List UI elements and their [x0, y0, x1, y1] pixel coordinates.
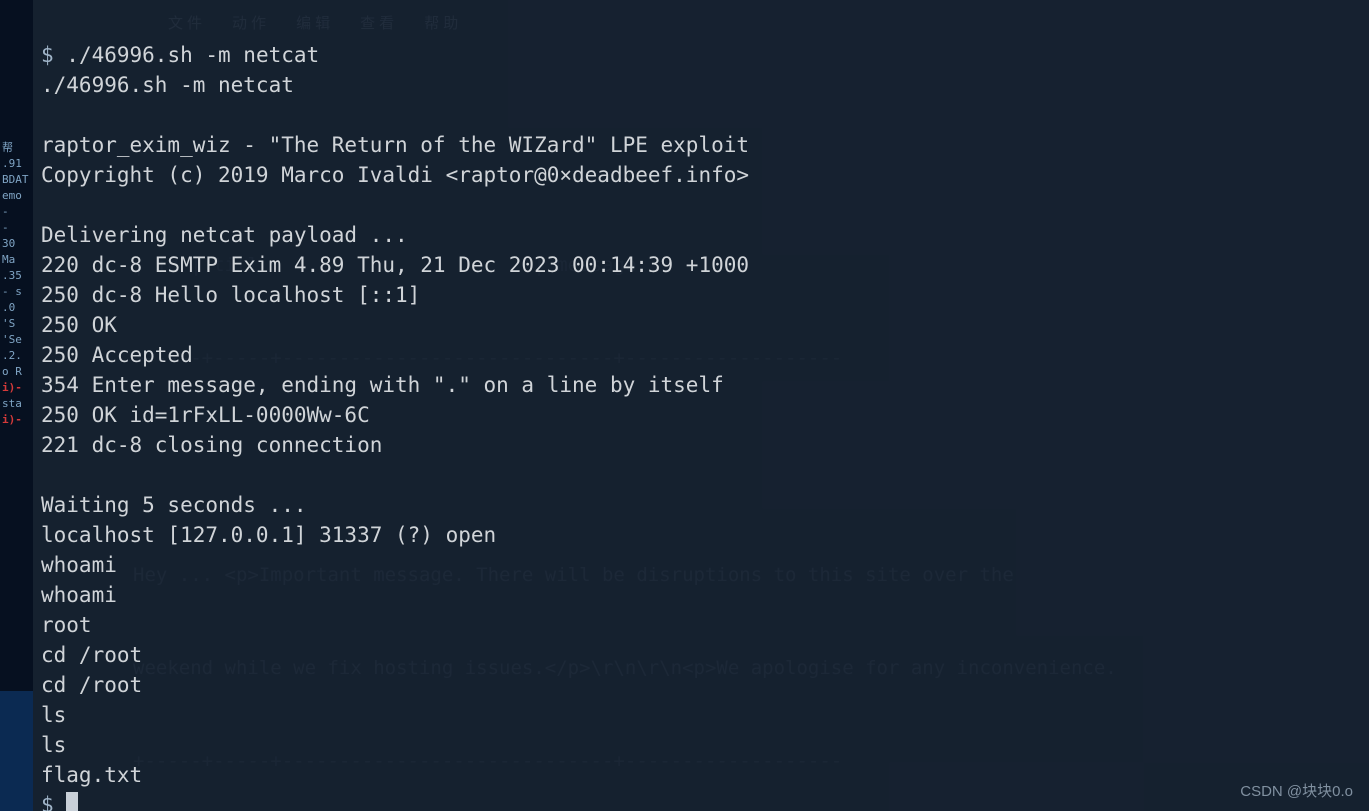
- smtp-line: 221 dc-8 closing connection: [41, 433, 382, 457]
- session-line: cd /root: [41, 643, 142, 667]
- exploit-title: raptor_exim_wiz - "The Return of the WIZ…: [41, 133, 749, 157]
- echoed-command: ./46996.sh -m netcat: [41, 73, 294, 97]
- smtp-line: 220 dc-8 ESMTP Exim 4.89 Thu, 21 Dec 202…: [41, 253, 749, 277]
- frag: -: [0, 220, 33, 236]
- frag: .0: [0, 300, 33, 316]
- desktop: 帮 .91 BDAT emo - - 30 Ma .35 - s .0 'S '…: [0, 0, 1369, 811]
- delivering-line: Delivering netcat payload ...: [41, 223, 408, 247]
- left-panel-blue-region: [0, 691, 33, 811]
- smtp-line: 354 Enter message, ending with "." on a …: [41, 373, 724, 397]
- frag: 'S: [0, 316, 33, 332]
- smtp-line: 250 OK: [41, 313, 117, 337]
- cursor-icon: [66, 792, 78, 811]
- shell-prompt-final[interactable]: $: [41, 793, 66, 811]
- frag: Ma: [0, 252, 33, 268]
- frag: .2.: [0, 348, 33, 364]
- smtp-line: 250 OK id=1rFxLL-0000Ww-6C: [41, 403, 370, 427]
- nc-open-line: localhost [127.0.0.1] 31337 (?) open: [41, 523, 496, 547]
- session-line: cd /root: [41, 673, 142, 697]
- exploit-copyright: Copyright (c) 2019 Marco Ivaldi <raptor@…: [41, 163, 749, 187]
- command-text: ./46996.sh -m netcat: [66, 43, 319, 67]
- session-line: whoami: [41, 553, 117, 577]
- frag: 帮: [0, 140, 33, 156]
- frag: sta: [0, 396, 33, 412]
- frag: o R: [0, 364, 33, 380]
- smtp-line: 250 dc-8 Hello localhost [::1]: [41, 283, 420, 307]
- waiting-line: Waiting 5 seconds ...: [41, 493, 307, 517]
- frag: i)-: [0, 412, 33, 428]
- watermark-text: CSDN @块块0.o: [1240, 780, 1353, 801]
- frag: i)-: [0, 380, 33, 396]
- frag: -: [0, 204, 33, 220]
- session-line: root: [41, 613, 92, 637]
- shell-prompt: $: [41, 43, 66, 67]
- frag: BDAT: [0, 172, 33, 188]
- frag: 30: [0, 236, 33, 252]
- session-line: ls: [41, 703, 66, 727]
- session-line: ls: [41, 733, 66, 757]
- session-line: whoami: [41, 583, 117, 607]
- session-line: flag.txt: [41, 763, 142, 787]
- foreground-terminal[interactable]: $ ./46996.sh -m netcat ./46996.sh -m net…: [33, 0, 1369, 811]
- frag: .35: [0, 268, 33, 284]
- frag: - s: [0, 284, 33, 300]
- smtp-line: 250 Accepted: [41, 343, 193, 367]
- frag: emo: [0, 188, 33, 204]
- frag: 'Se: [0, 332, 33, 348]
- left-panel: 帮 .91 BDAT emo - - 30 Ma .35 - s .0 'S '…: [0, 0, 33, 811]
- frag: .91: [0, 156, 33, 172]
